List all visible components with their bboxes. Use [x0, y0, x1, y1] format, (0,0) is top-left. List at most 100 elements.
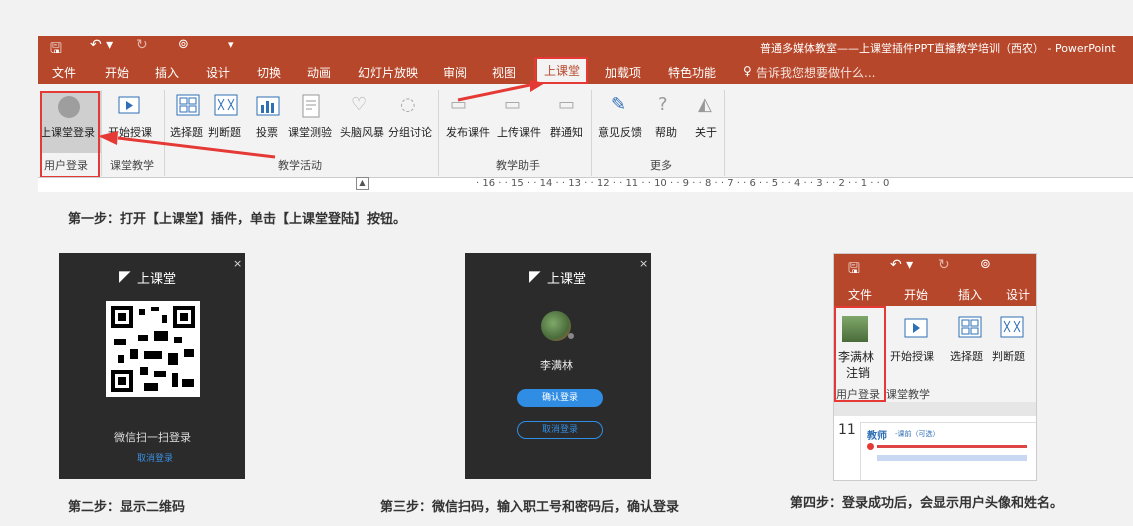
- slide-title: 教师: [867, 431, 887, 442]
- choice-icon: [958, 316, 982, 338]
- mini-start-class: 开始授课: [890, 350, 934, 363]
- presentation-icon[interactable]: ⊚: [178, 37, 189, 52]
- slide-text-line: [877, 445, 1027, 448]
- slide-number: 11: [838, 422, 856, 438]
- tab-highlight-box: [534, 57, 588, 84]
- brand-logo-icon: ◤: [119, 267, 131, 285]
- divider: [101, 90, 102, 176]
- upload-courseware-button[interactable]: 上传课件: [497, 124, 541, 140]
- vote-icon: [256, 96, 280, 116]
- mini-tab-design: 设计: [1006, 288, 1031, 302]
- group-label-activities: 教学活动: [278, 159, 322, 172]
- cancel-login-link[interactable]: 取消登录: [137, 451, 173, 464]
- quiz-button[interactable]: 课堂测验: [288, 124, 332, 140]
- tab-insert[interactable]: 插入: [155, 64, 179, 81]
- mini-title-bar: 🖫 ↶ ▾ ↻ ⊚ 文件 开始 插入 设计: [834, 254, 1036, 306]
- tab-special[interactable]: 特色功能: [668, 64, 716, 81]
- tab-file[interactable]: 文件: [52, 64, 76, 81]
- bullet-dot: [867, 443, 874, 450]
- tab-review[interactable]: 审阅: [443, 64, 467, 81]
- group-notice-button[interactable]: 群通知: [550, 124, 583, 140]
- slide-subtitle: -课前（可选）: [895, 430, 940, 438]
- mini-tab-insert: 插入: [958, 288, 983, 302]
- redo-icon: ↻: [938, 257, 950, 273]
- tab-design[interactable]: 设计: [206, 64, 230, 81]
- tab-transitions[interactable]: 切换: [257, 64, 281, 81]
- collapse-ribbon-icon[interactable]: ▲: [356, 177, 369, 190]
- slide-thumbnail: 教师 -课前（可选）: [860, 422, 1036, 480]
- divider: [591, 90, 592, 176]
- step1-text: 第一步：打开【上课堂】插件，单击【上课堂登陆】按钮。: [68, 212, 407, 227]
- quiz-icon: [302, 94, 320, 118]
- step2-text: 第二步：显示二维码: [68, 500, 186, 515]
- lightbulb-idea-icon: ♡: [351, 94, 368, 115]
- powerpoint-ribbon: 🖫 ↶ ▾ ↻ ⊚ ▾ 普通多媒体教室——上课堂插件PPT直播教学培训（西农） …: [38, 36, 1133, 192]
- status-dot: [568, 333, 574, 339]
- publish-courseware-button[interactable]: 发布课件: [446, 124, 490, 140]
- play-icon: [904, 318, 928, 338]
- presentation-icon: ⊚: [980, 257, 991, 272]
- step3-text: 第三步：微信扫码，输入职工号和密码后，确认登录: [380, 500, 680, 515]
- group-label-assistant: 教学助手: [496, 159, 540, 172]
- discussion-icon: ◌: [400, 94, 416, 115]
- close-icon[interactable]: ×: [233, 257, 242, 270]
- judge-icon: [214, 94, 238, 116]
- feedback-button[interactable]: 意见反馈: [598, 124, 642, 140]
- mini-tab-file: 文件: [848, 288, 873, 302]
- judge-question-button[interactable]: 判断题: [208, 124, 241, 140]
- choice-icon: [176, 94, 200, 116]
- cancel-login-button[interactable]: 取消登录: [517, 421, 603, 439]
- tab-slideshow[interactable]: 幻灯片放映: [358, 64, 418, 81]
- tab-view[interactable]: 视图: [492, 64, 516, 81]
- tell-me-box[interactable]: 告诉我您想要做什么...: [756, 64, 875, 81]
- login-highlight-box: [40, 91, 100, 178]
- dialog-brand: 上课堂: [137, 272, 177, 287]
- confirm-login-dialog: ◤ 上课堂 × 李满林 确认登录 取消登录: [465, 253, 651, 479]
- qr-code: [106, 301, 200, 397]
- about-button[interactable]: 关于: [695, 124, 717, 140]
- slide-table-row: [877, 455, 1027, 461]
- upload-icon: ▭: [504, 94, 522, 115]
- notify-icon: ▭: [558, 94, 576, 115]
- tab-home[interactable]: 开始: [105, 64, 129, 81]
- mini-ruler: [834, 402, 1036, 416]
- undo-icon: ↶ ▾: [890, 257, 914, 273]
- group-label-more: 更多: [650, 159, 672, 172]
- judge-icon: [1000, 316, 1024, 338]
- logged-in-preview: 🖫 ↶ ▾ ↻ ⊚ 文件 开始 插入 设计 李满林 注销 开始授课 选择题 判断…: [833, 253, 1037, 481]
- group-discussion-button[interactable]: 分组讨论: [388, 124, 432, 140]
- brainstorm-button[interactable]: 头脑风暴: [340, 124, 384, 140]
- mini-group-teaching: 课堂教学: [886, 388, 930, 401]
- lightbulb-icon: ♀: [743, 64, 752, 78]
- undo-icon[interactable]: ↶ ▾: [90, 37, 113, 53]
- tab-addins[interactable]: 加载项: [605, 64, 641, 81]
- help-button[interactable]: 帮助: [655, 124, 677, 140]
- divider: [164, 90, 165, 176]
- redo-icon[interactable]: ↻: [136, 37, 148, 53]
- customize-qat-icon[interactable]: ▾: [228, 38, 234, 51]
- title-bar: 🖫 ↶ ▾ ↻ ⊚ ▾ 普通多媒体教室——上课堂插件PPT直播教学培训（西农） …: [38, 36, 1133, 58]
- confirm-login-button[interactable]: 确认登录: [517, 389, 603, 407]
- divider: [724, 90, 725, 176]
- mini-choice: 选择题: [950, 350, 983, 363]
- brand-logo-icon: ◤: [529, 267, 541, 285]
- divider: [438, 90, 439, 176]
- play-icon: [118, 96, 140, 114]
- tab-animations[interactable]: 动画: [307, 64, 331, 81]
- save-icon: 🖫: [848, 261, 860, 277]
- start-class-button[interactable]: 开始授课: [108, 124, 152, 140]
- group-label-teaching: 课堂教学: [110, 159, 154, 172]
- qr-login-dialog: ◤ 上课堂 × 微信扫一扫登录 取消登录: [59, 253, 245, 479]
- ruler: ▲ · 16 · · 15 · · 14 · · 13 · · 12 · · 1…: [38, 177, 1133, 192]
- mini-judge: 判断题: [992, 350, 1025, 363]
- dialog-brand: 上课堂: [547, 272, 587, 287]
- help-icon: ?: [658, 94, 668, 115]
- user-highlight-box: [834, 306, 886, 402]
- publish-icon: ▭: [450, 94, 468, 115]
- close-icon[interactable]: ×: [639, 257, 648, 270]
- vote-button[interactable]: 投票: [256, 124, 278, 140]
- about-icon: ◭: [698, 94, 712, 115]
- choice-question-button[interactable]: 选择题: [170, 124, 203, 140]
- step4-text: 第四步：登录成功后，会显示用户头像和姓名。: [790, 496, 1064, 511]
- mini-ribbon: 李满林 注销 开始授课 选择题 判断题 用户登录 课堂教学: [834, 306, 1036, 402]
